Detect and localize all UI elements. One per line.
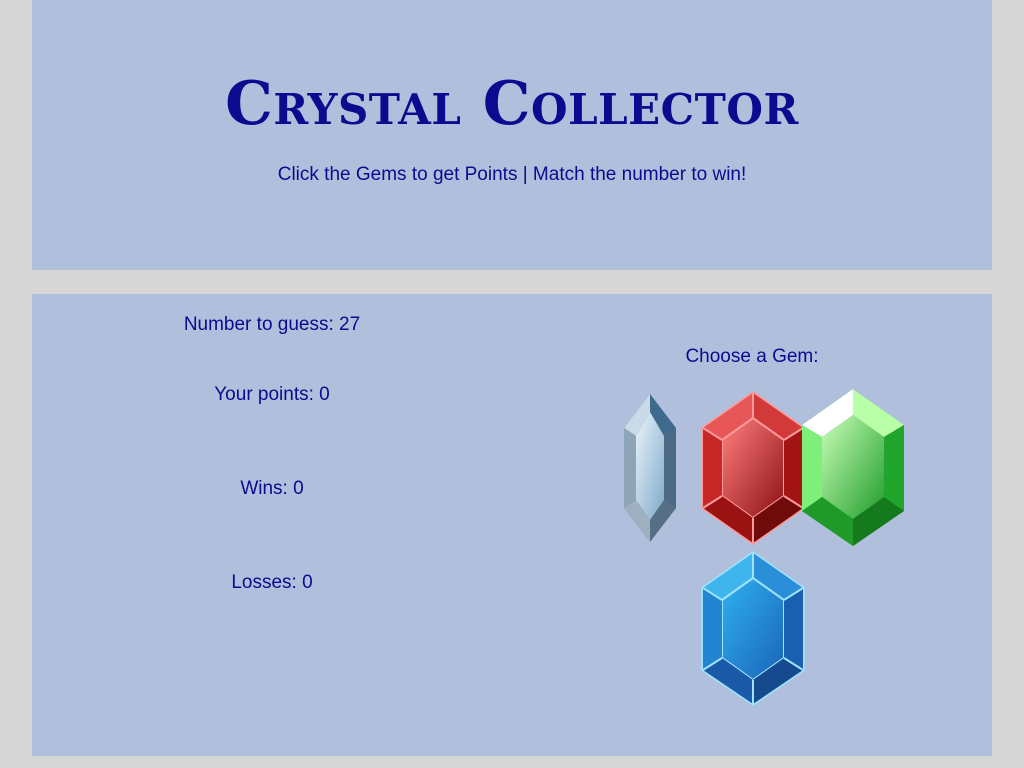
emerald-gem-button[interactable]	[800, 387, 906, 548]
your-points: Your points: 0	[214, 384, 330, 405]
emerald-gem-icon	[802, 389, 904, 546]
ruby-gem-icon	[701, 391, 805, 545]
sapphire-gem-icon	[701, 551, 805, 706]
page-title: Crystal Collector	[225, 69, 799, 139]
wins-count: Wins: 0	[240, 478, 304, 499]
game-panel: Number to guess: 27 Your points: 0 Wins:…	[32, 294, 992, 756]
page-subtitle: Click the Gems to get Points | Match the…	[277, 164, 747, 185]
losses-count: Losses: 0	[231, 572, 313, 593]
crystal-gem-icon	[624, 394, 676, 542]
target-number: Number to guess: 27	[183, 314, 361, 335]
sapphire-gem-button[interactable]	[700, 550, 806, 707]
crystal-gem-button[interactable]	[622, 392, 678, 544]
header-panel: Crystal Collector Click the Gems to get …	[32, 0, 992, 270]
choose-gem-label: Choose a Gem:	[685, 346, 819, 367]
ruby-gem-button[interactable]	[700, 390, 806, 546]
